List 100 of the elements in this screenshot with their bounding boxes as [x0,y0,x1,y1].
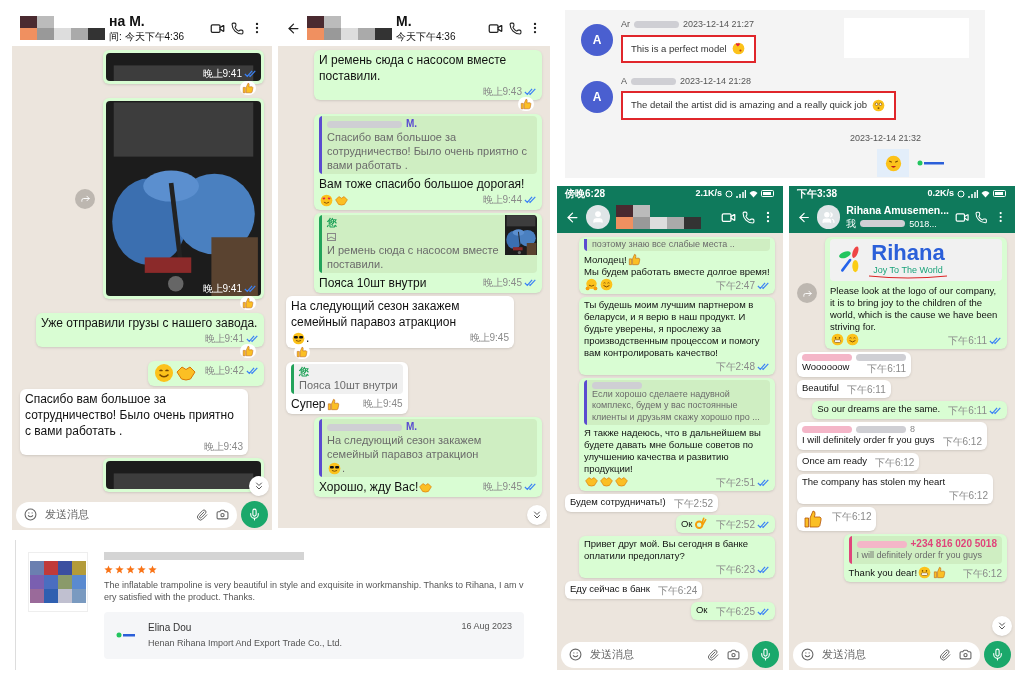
message-text: Привет друг мой. Вы сегодня в банке оплатили предоплату? [584,538,750,562]
avatar: A [581,81,613,114]
network-speed: 0.2K/s [927,188,954,199]
message-time: 晚上9:43 [482,86,522,98]
message-time: 2023-12-14 21:28 [680,74,752,88]
message-text: Если хорошо сделаете надувной комплекс, будем у вас постоянные клиенты и друзьям скажу хорошо про ... [592,388,761,423]
quote-author: М. [406,421,418,433]
reply-date: 16 Aug 2023 [461,620,512,633]
chat-subtitle: 5018... [909,217,937,230]
chat-subtitle: 今天下午4:36 [396,30,456,43]
message-time: 下午6:12 [942,436,982,448]
message-time: 下午6:12 [832,511,872,523]
quote-author: 您 [299,366,309,378]
sender-name: Ar [621,18,630,31]
message-text: Уже отправили грузы с нашего завода. [41,315,258,331]
message-text: Пояса 10шт внутри [299,378,398,392]
logo-tagline: Joy To The World [873,265,943,275]
message-field[interactable]: 发送消息 [793,641,980,668]
message-time: 晚上9:41 [202,68,242,80]
message-text: So our dreams are the same. [817,403,941,415]
message-text: Once am ready [802,455,867,467]
message-time: 晚上9:45 [482,481,522,493]
message-text: Будем сотрудничать!) [570,496,666,508]
message-time: 2023-12-14 21:32 [849,131,921,145]
message-time: 下午6:25 [715,606,755,618]
message-text: I will definitely order fr you guys [802,434,935,446]
message-text: И ремень сюда с насосом вместе поставили. [319,52,508,84]
message-input[interactable]: 发送消息 [822,646,931,663]
chat-title: М. [396,13,413,31]
message-text: Ты будешь моим лучшим партнером в беларуси, и я верю в наш продукт. И будьте уверены, я прослежу за производственным процессом и помогу вам контролировать качество! [584,298,761,359]
message-text: . [306,330,310,346]
message-text: Спасибо вам большое за сотрудничество! Было очень приятно с вами работать . [25,391,235,439]
message-text: Мы будем работать вместе долгое время! [584,265,770,278]
chat-title: на М. [109,13,146,31]
message-time: 下午2:52 [673,498,714,510]
message-text: Супер [291,396,326,412]
message-text: Ок [681,518,693,530]
message-text: Я также надеюсь, что в дальнейшем вы будете давать мне больше советов по улучшению качества и развитию продукции! [584,427,762,475]
message-time: 晚上9:42 [204,365,244,377]
message-input[interactable]: 发送消息 [45,506,188,523]
message-time: 下午2:48 [715,360,755,373]
message-time: 晚上9:41 [202,283,242,295]
message-time: 下午6:24 [657,585,698,597]
message-time: 下午6:12 [962,567,1002,580]
message-text: . [342,461,346,475]
chat-subtitle: 我 [846,217,857,230]
message-time: 下午6:12 [948,490,988,502]
status-time: 下午3:38 [797,187,837,200]
message-time: 下午6:23 [715,564,755,576]
quote-author: 您 [327,217,337,229]
message-time: 晚上9:45 [363,398,403,410]
message-time: 晚上9:43 [203,441,243,453]
message-time: 下午2:51 [715,477,755,489]
message-text: На следующий сезон закажем семейный паравоз атракцион [291,298,461,330]
message-input[interactable]: 发送消息 [590,646,699,663]
reply-author: Elina Dou [148,621,193,635]
message-text: Ок [696,604,708,616]
message-text: Woooooow [802,361,850,373]
message-text: This is a perfect model [631,41,727,56]
message-text: Please look at the logo of our company, it is to bring joy to the children of the world, which is the cause we have been striving for. [830,285,999,333]
avatar: A [581,24,613,57]
message-time: 下午2:52 [715,519,755,531]
logo-text: Rihana [871,241,945,265]
chat-title: Rihana Amusemen... [846,204,949,218]
message-time: 下午6:12 [874,457,915,469]
quote-author: М. [406,118,418,130]
message-time: 晚上9:45 [469,332,509,344]
message-text: Молодец! [584,253,627,266]
message-text: Beautiful [802,382,839,394]
message-time: 晚上9:41 [204,333,244,345]
message-time: 2023-12-14 21:27 [683,18,755,31]
message-text: Еду сейчас в банк [570,583,650,595]
sender-name: A [621,74,627,88]
message-text: The detail the artist did is amazing and a really quick job [631,98,868,113]
message-time: 晚上9:45 [482,277,522,289]
message-text: The company has stolen my heart [802,476,946,488]
message-text: Thank you dear! [848,566,918,579]
message-text: Вам тоже спасибо большое дорогая! [319,176,525,192]
message-field[interactable]: 发送消息 [16,501,237,528]
message-text: На следующий сезон закажем семейный паравоз атракцион [327,433,483,461]
message-time: 下午6:11 [948,405,987,417]
message-text: Пояса 10шт внутри [319,275,427,291]
quote-author: +234 816 020 5018 [910,538,997,550]
message-field[interactable]: 发送消息 [561,641,748,668]
sender-name: 8 [910,424,915,434]
chat-subtitle: 间: 今天下午4:36 [109,30,185,43]
status-time: 傍晚6:28 [565,187,605,200]
review-text: The inflatable trampoline is very beautiful in style and exquisite in workmanship. Thanks to Rihana, I am very satisfied with the product. Thanks. [104,579,524,603]
message-text: Спасибо вам большое за сотрудничество! Было очень приятно с вами работать . [327,130,529,172]
reply-company: Henan Rihana Import And Export Trade Co., Ltd. [148,637,344,650]
message-text: I will definitely order fr you guys [856,550,983,562]
message-time: 下午6:11 [948,335,987,347]
message-time: 晚上9:44 [482,194,522,206]
message-text: И ремень сюда с насосом вместе поставили. [327,243,500,271]
message-text: поэтому знаю все слабые места .. [592,239,735,251]
message-time: 下午6:11 [867,363,906,375]
message-time: 下午2:47 [715,279,755,292]
message-text: Хорошо, жду Вас! [319,479,419,495]
network-speed: 2.1K/s [695,188,722,199]
message-time: 下午6:11 [847,384,886,396]
